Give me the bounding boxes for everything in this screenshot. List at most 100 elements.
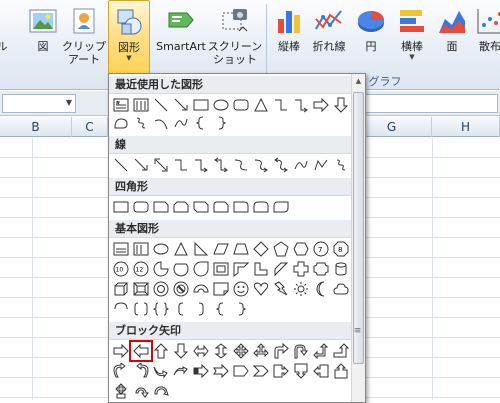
column-chart-button[interactable]: 縦棒 bbox=[270, 0, 308, 74]
right-bracket-shape-icon[interactable] bbox=[191, 300, 211, 318]
dodecagon-shape-icon[interactable]: 12 bbox=[131, 260, 151, 278]
left-arrow-callout-shape-icon[interactable] bbox=[311, 362, 331, 380]
shapes-button[interactable]: 図形 ▼ bbox=[108, 0, 150, 74]
snip-round-rectangle-shape-icon[interactable] bbox=[211, 198, 231, 216]
snip-same-side-rectangle-shape-icon[interactable] bbox=[171, 198, 191, 216]
circular-arrow-shape-icon[interactable] bbox=[151, 382, 171, 400]
plaque-shape-icon[interactable] bbox=[311, 260, 331, 278]
freeform-shape-icon[interactable] bbox=[131, 114, 151, 132]
down-arrow-callout-shape-icon[interactable] bbox=[291, 362, 311, 380]
trapezoid-shape-icon[interactable] bbox=[231, 240, 251, 258]
diamond-shape-icon[interactable] bbox=[251, 240, 271, 258]
heptagon-shape-icon[interactable]: 7 bbox=[311, 240, 331, 258]
left-right-up-arrow-shape-icon[interactable] bbox=[251, 342, 271, 360]
cloud-shape-icon[interactable] bbox=[331, 280, 351, 298]
frame-shape-icon[interactable] bbox=[211, 260, 231, 278]
chevron-down-icon[interactable]: ▼ bbox=[66, 98, 72, 107]
picture-button[interactable]: 図 bbox=[26, 0, 60, 74]
double-arrow-line-shape-icon[interactable] bbox=[151, 156, 171, 174]
area-chart-button[interactable]: 面 bbox=[434, 0, 470, 74]
left-up-arrow-shape-icon[interactable] bbox=[311, 342, 331, 360]
teardrop-shape-icon[interactable] bbox=[191, 260, 211, 278]
partial-ribbon-button[interactable]: ル bbox=[0, 0, 10, 74]
curved-left-arrow-shape-icon[interactable] bbox=[131, 362, 151, 380]
curved-right-arrow-shape-icon[interactable] bbox=[111, 362, 131, 380]
chevron-shape-icon[interactable] bbox=[251, 362, 271, 380]
round-single-corner-rectangle-shape-icon[interactable] bbox=[231, 198, 251, 216]
right-triangle-shape-icon[interactable] bbox=[191, 240, 211, 258]
donut-shape-icon[interactable] bbox=[151, 280, 171, 298]
quad-arrow-callout-shape-icon[interactable] bbox=[111, 382, 131, 400]
chord-shape-icon[interactable] bbox=[171, 260, 191, 278]
left-bracket-shape-icon[interactable] bbox=[171, 300, 191, 318]
rectangle-shape-icon[interactable] bbox=[191, 96, 211, 114]
no-symbol-shape-icon[interactable] bbox=[171, 280, 191, 298]
diagonal-stripe-shape-icon[interactable] bbox=[271, 260, 291, 278]
l-shape-icon[interactable] bbox=[251, 260, 271, 278]
bevel-shape-icon[interactable] bbox=[131, 280, 151, 298]
double-bracket-shape-icon[interactable] bbox=[131, 300, 151, 318]
down-arrow-shape-icon[interactable] bbox=[171, 342, 191, 360]
right-brace-shape-icon[interactable] bbox=[211, 114, 231, 132]
sun-shape-icon[interactable] bbox=[291, 280, 311, 298]
up-arrow-shape-icon[interactable] bbox=[151, 342, 171, 360]
column-header-b[interactable]: B bbox=[0, 117, 72, 137]
circular-arrow-shape-icon[interactable] bbox=[131, 382, 151, 400]
elbow-arrow-connector-shape-icon[interactable] bbox=[291, 96, 311, 114]
lightning-bolt-shape-icon[interactable] bbox=[271, 280, 291, 298]
elbow-double-arrow-connector-shape-icon[interactable] bbox=[211, 156, 231, 174]
line-shape-icon[interactable] bbox=[111, 156, 131, 174]
round-diagonal-rectangle-shape-icon[interactable] bbox=[271, 198, 291, 216]
left-brace-shape-icon[interactable] bbox=[211, 300, 231, 318]
striped-right-arrow-shape-icon[interactable] bbox=[191, 362, 211, 380]
column-header-h[interactable]: H bbox=[432, 117, 500, 137]
left-arrow-shape-icon[interactable] bbox=[129, 340, 153, 362]
oval-shape-icon[interactable] bbox=[211, 96, 231, 114]
right-arrow-shape-icon[interactable] bbox=[111, 342, 131, 360]
u-turn-arrow-shape-icon[interactable] bbox=[291, 342, 311, 360]
arc-shape-icon[interactable] bbox=[151, 114, 171, 132]
block-arc-shape-icon[interactable] bbox=[191, 280, 211, 298]
pie-chart-button[interactable]: 円 bbox=[352, 0, 390, 74]
half-frame-shape-icon[interactable] bbox=[231, 260, 251, 278]
double-brace-shape-icon[interactable] bbox=[151, 300, 171, 318]
curve-shape-icon[interactable] bbox=[171, 114, 191, 132]
arrow-line-shape-icon[interactable] bbox=[171, 96, 191, 114]
rounded-rectangle-shape-icon[interactable] bbox=[131, 198, 151, 216]
right-brace-shape-icon[interactable] bbox=[231, 300, 251, 318]
line-shape-icon[interactable] bbox=[151, 96, 171, 114]
cross-shape-icon[interactable] bbox=[291, 260, 311, 278]
smiley-face-shape-icon[interactable] bbox=[231, 280, 251, 298]
curve-shape-icon[interactable] bbox=[291, 156, 311, 174]
curved-down-arrow-shape-icon[interactable] bbox=[171, 362, 191, 380]
rectangle-shape-icon[interactable] bbox=[111, 198, 131, 216]
screenshot-button[interactable]: スクリーン ショット bbox=[208, 0, 262, 74]
curved-arrow-connector-shape-icon[interactable] bbox=[251, 156, 271, 174]
scrollbar-thumb[interactable] bbox=[353, 92, 364, 364]
oval-shape-icon[interactable] bbox=[151, 240, 171, 258]
gallery-scrollbar[interactable]: ▲ ≡ bbox=[351, 74, 365, 402]
textbox-shape-icon[interactable] bbox=[111, 240, 131, 258]
triangle-shape-icon[interactable] bbox=[251, 96, 271, 114]
scroll-up-icon[interactable]: ▲ bbox=[352, 74, 365, 88]
elbow-arrow-connector-shape-icon[interactable] bbox=[191, 156, 211, 174]
round-same-side-rectangle-shape-icon[interactable] bbox=[251, 198, 271, 216]
right-arrow-callout-shape-icon[interactable] bbox=[271, 362, 291, 380]
curved-connector-shape-icon[interactable] bbox=[231, 156, 251, 174]
moon-shape-icon[interactable] bbox=[311, 280, 331, 298]
vertical-textbox-shape-icon[interactable] bbox=[131, 96, 151, 114]
pentagon-arrow-shape-icon[interactable] bbox=[231, 362, 251, 380]
scatter-chart-button[interactable]: 散布 bbox=[472, 0, 500, 74]
elbow-connector-shape-icon[interactable] bbox=[271, 96, 291, 114]
flowchart-shape-icon[interactable] bbox=[111, 114, 131, 132]
folded-corner-shape-icon[interactable] bbox=[211, 280, 231, 298]
smartart-button[interactable]: SmartArt bbox=[152, 0, 210, 74]
bent-up-arrow-shape-icon[interactable] bbox=[331, 342, 351, 360]
snip-diagonal-rectangle-shape-icon[interactable] bbox=[191, 198, 211, 216]
bar-chart-button[interactable]: 横棒 ▼ bbox=[392, 0, 432, 74]
hexagon-shape-icon[interactable] bbox=[291, 240, 311, 258]
freeform-shape-icon[interactable] bbox=[311, 156, 331, 174]
left-right-arrow-shape-icon[interactable] bbox=[191, 342, 211, 360]
can-shape-icon[interactable] bbox=[331, 260, 351, 278]
textbox-shape-icon[interactable]: A bbox=[111, 96, 131, 114]
